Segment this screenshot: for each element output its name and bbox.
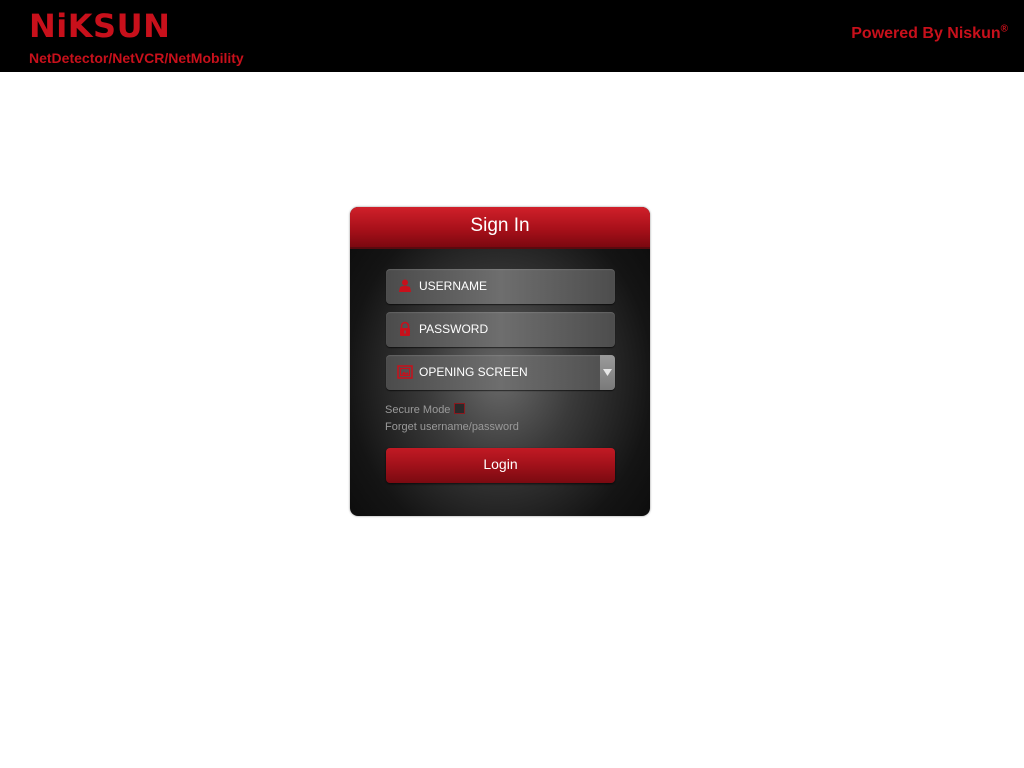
powered-by-text: Powered By Niskun® (851, 24, 1008, 44)
password-field[interactable]: PASSWORD (386, 312, 615, 347)
screen-icon (397, 364, 413, 380)
top-header-bar: NiKSUN NetDetector/NetVCR/NetMobility Po… (0, 0, 1024, 72)
powered-by-label: Powered By Niskun (851, 25, 1001, 42)
opening-screen-select[interactable]: OPENING SCREEN (386, 355, 615, 390)
dropdown-toggle[interactable] (600, 355, 615, 390)
secure-mode-label: Secure Mode (385, 404, 451, 416)
sign-in-panel: Sign In USERNAME PASSWORD OPENING SCREEN… (350, 207, 650, 516)
username-placeholder: USERNAME (419, 279, 488, 293)
login-button[interactable]: Login (386, 448, 615, 483)
lock-icon (397, 321, 413, 337)
user-icon (397, 278, 413, 294)
secure-mode-option: Secure Mode (385, 403, 466, 417)
sign-in-header: Sign In (350, 207, 650, 249)
username-field[interactable]: USERNAME (386, 269, 615, 304)
sign-in-title: Sign In (470, 215, 530, 236)
product-line-text: NetDetector/NetVCR/NetMobility (29, 50, 244, 66)
chevron-down-icon (603, 369, 612, 376)
secure-mode-checkbox[interactable] (454, 403, 466, 414)
opening-screen-value: OPENING SCREEN (419, 365, 528, 379)
password-placeholder: PASSWORD (419, 322, 489, 336)
registered-mark: ® (1000, 23, 1008, 35)
niksun-logo: NiKSUN (29, 7, 171, 45)
forgot-credentials-link[interactable]: Forget username/password (385, 420, 519, 434)
